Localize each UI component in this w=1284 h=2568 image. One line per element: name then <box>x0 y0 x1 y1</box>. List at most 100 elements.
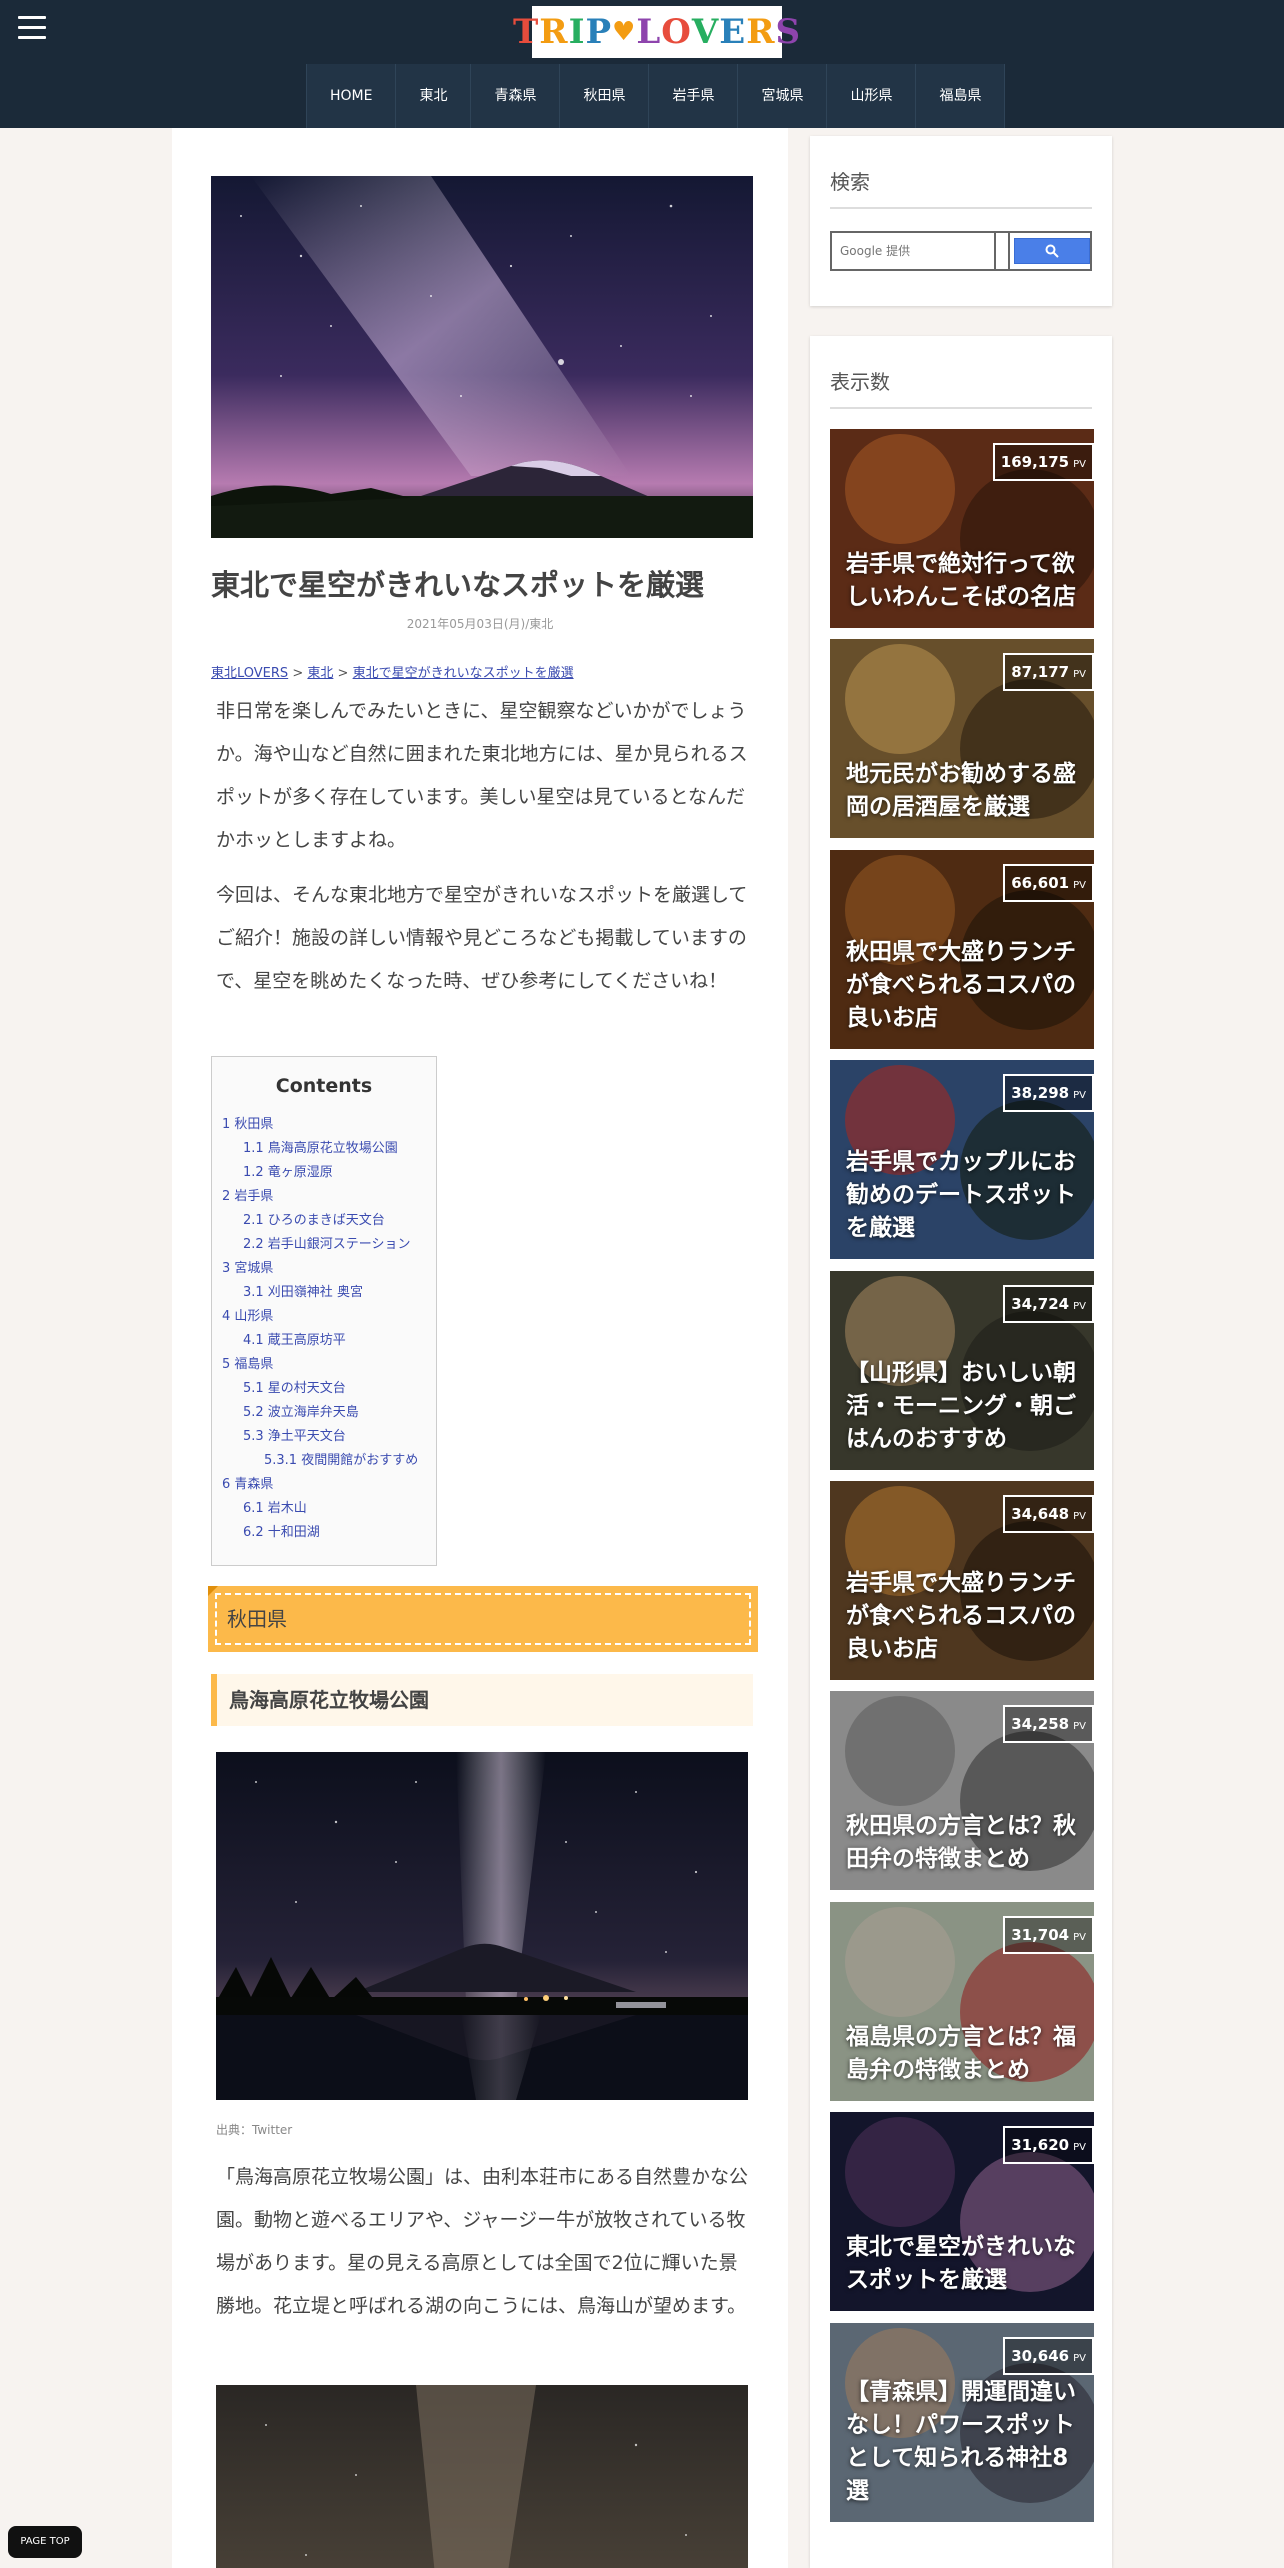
article-main: 東北で星空がきれいなスポットを厳選 2021年05月03日(月)/東北 東北LO… <box>172 128 788 2568</box>
toc-item[interactable]: 6 青森県 <box>222 1473 426 1497</box>
page-top-button[interactable]: PAGE TOP <box>8 2526 82 2558</box>
table-of-contents: Contents 1 秋田県 1.1 鳥海高原花立牧場公園 1.2 竜ヶ原湿原 2 岩… <box>211 1056 437 1566</box>
toc-item[interactable]: 4.1 蔵王高原坊平 <box>222 1329 426 1353</box>
ranking-card[interactable]: 34,724 PV 【山形県】おいしい朝活・モーニング・朝ごはんのおすすめ <box>830 1271 1094 1470</box>
ranking-card[interactable]: 169,175 PV 岩手県で絶対行って欲しいわんこそばの名店 <box>830 429 1094 628</box>
pv-unit: PV <box>1073 459 1086 470</box>
site-logo[interactable]: T R I P ♥ L O V E R S <box>513 6 800 58</box>
pv-count-badge: 87,177 PV <box>1003 653 1094 691</box>
subsection-heading: 鳥海高原花立牧場公園 <box>211 1674 753 1726</box>
section-heading-text: 秋田県 <box>215 1593 751 1645</box>
toc-item[interactable]: 5.3.1 夜間開館がおすすめ <box>222 1449 426 1473</box>
toc-item[interactable]: 1.1 鳥海高原花立牧場公園 <box>222 1137 426 1161</box>
ranking-card[interactable]: 34,258 PV 秋田県の方言とは？秋田弁の特徴まとめ <box>830 1691 1094 1890</box>
pv-count: 31,704 <box>1011 1926 1070 1944</box>
nav-akita[interactable]: 秋田県 <box>559 64 648 128</box>
nav-aomori[interactable]: 青森県 <box>470 64 559 128</box>
pv-count: 34,258 <box>1011 1715 1070 1733</box>
toc-item[interactable]: 1 秋田県 <box>222 1113 426 1137</box>
ranking-card-title: 福島県の方言とは？福島弁の特徴まとめ <box>846 2024 1076 2083</box>
toc-item[interactable]: 5 福島県 <box>222 1353 426 1377</box>
pv-count: 38,298 <box>1011 1084 1070 1102</box>
ranking-card-title: 【山形県】おいしい朝活・モーニング・朝ごはんのおすすめ <box>846 1360 1076 1452</box>
intro-paragraph-2: 今回は、そんな東北地方で星空がきれいなスポットを厳選してご紹介！施設の詳しい情報… <box>216 884 748 992</box>
search-input[interactable] <box>832 233 996 269</box>
pv-count-badge: 31,620 PV <box>1003 2126 1094 2164</box>
ranking-card-title: 【青森県】開運間違いなし！パワースポットとして知られる神社8選 <box>846 2379 1076 2504</box>
toc-item[interactable]: 2.1 ひろのまきば天文台 <box>222 1209 426 1233</box>
ranking-card[interactable]: 38,298 PV 岩手県でカップルにお勧めのデートスポットを厳選 <box>830 1060 1094 1259</box>
toc-item[interactable]: 6.1 岩木山 <box>222 1497 426 1521</box>
search-icon <box>1045 244 1059 258</box>
article-title: 東北で星空がきれいなスポットを厳選 <box>211 568 705 602</box>
pv-count: 87,177 <box>1011 663 1070 681</box>
ranking-card-title: 岩手県で大盛りランチが食べられるコスパの良いお店 <box>846 1570 1076 1662</box>
pv-unit: PV <box>1073 2353 1086 2364</box>
pv-count: 30,646 <box>1011 2347 1070 2365</box>
nav-tohoku[interactable]: 東北 <box>395 64 470 128</box>
chokai-park-image <box>216 1752 748 2100</box>
nav-iwate[interactable]: 岩手県 <box>648 64 737 128</box>
section-heading-akita: 秋田県 <box>208 1586 758 1652</box>
search-widget-title: 検索 <box>830 166 1092 209</box>
pv-count: 66,601 <box>1011 874 1070 892</box>
toc-item[interactable]: 6.2 十和田湖 <box>222 1521 426 1545</box>
pv-count-badge: 34,258 PV <box>1003 1705 1094 1743</box>
search-divider <box>996 233 1010 269</box>
nav-miyagi[interactable]: 宮城県 <box>737 64 826 128</box>
ranking-card-title: 東北で星空がきれいなスポットを厳選 <box>846 2234 1076 2293</box>
pv-count: 31,620 <box>1011 2136 1070 2154</box>
toc-item[interactable]: 2 岩手県 <box>222 1185 426 1209</box>
breadcrumb-separator: > <box>337 666 349 681</box>
toc-item[interactable]: 2.2 岩手山銀河ステーション <box>222 1233 426 1257</box>
pv-unit: PV <box>1073 1090 1086 1101</box>
ranking-card-title: 秋田県の方言とは？秋田弁の特徴まとめ <box>846 1813 1076 1872</box>
pv-count-badge: 38,298 PV <box>1003 1074 1094 1112</box>
breadcrumb-home[interactable]: 東北LOVERS <box>211 666 288 681</box>
toc-item[interactable]: 4 山形県 <box>222 1305 426 1329</box>
ranking-card[interactable]: 30,646 PV 【青森県】開運間違いなし！パワースポットとして知られる神社8選 <box>830 2323 1094 2522</box>
pv-count: 34,648 <box>1011 1505 1070 1523</box>
nav-fukushima[interactable]: 福島県 <box>915 64 1006 128</box>
pv-unit: PV <box>1073 1301 1086 1312</box>
toc-item[interactable]: 3 宮城県 <box>222 1257 426 1281</box>
toc-item[interactable]: 5.3 浄土平天文台 <box>222 1425 426 1449</box>
ranking-card[interactable]: 31,704 PV 福島県の方言とは？福島弁の特徴まとめ <box>830 1902 1094 2101</box>
toc-list: 1 秋田県 1.1 鳥海高原花立牧場公園 1.2 竜ヶ原湿原 2 岩手県 2.1 ひろの… <box>222 1113 426 1545</box>
breadcrumb: 東北LOVERS > 東北 > 東北で星空がきれいなスポットを厳選 <box>211 662 574 681</box>
pv-unit: PV <box>1073 1932 1086 1943</box>
ranking-card[interactable]: 31,620 PV 東北で星空がきれいなスポットを厳選 <box>830 2112 1094 2311</box>
ranking-widget-title: 表示数 <box>830 366 1092 409</box>
pv-count-badge: 169,175 PV <box>992 443 1094 481</box>
pv-count: 169,175 <box>1000 453 1070 471</box>
pv-count-badge: 31,704 PV <box>1003 1916 1094 1954</box>
toc-item[interactable]: 1.2 竜ヶ原湿原 <box>222 1161 426 1185</box>
ranking-widget: 表示数 169,175 PV 岩手県で絶対行って欲しいわんこそばの名店 87,177 P… <box>810 336 1112 2568</box>
nav-yamagata[interactable]: 山形県 <box>826 64 915 128</box>
ranking-card-title: 地元民がお勧めする盛岡の居酒屋を厳選 <box>846 761 1076 820</box>
toc-item[interactable]: 3.1 刈田嶺神社 奥宮 <box>222 1281 426 1305</box>
image-credit: 出典：Twitter <box>216 2123 293 2137</box>
site-header: T R I P ♥ L O V E R S HOME 東北 青森県 秋田県 岩手県 宮城県 山形県 … <box>0 0 1284 128</box>
menu-icon[interactable] <box>18 16 46 40</box>
pv-unit: PV <box>1073 1721 1086 1732</box>
toc-item[interactable]: 5.1 星の村天文台 <box>222 1377 426 1401</box>
pv-unit: PV <box>1073 2142 1086 2153</box>
nav-home[interactable]: HOME <box>306 64 395 128</box>
pv-count: 34,724 <box>1011 1295 1070 1313</box>
second-section-image <box>216 2385 748 2568</box>
pv-unit: PV <box>1073 1511 1086 1522</box>
breadcrumb-current[interactable]: 東北で星空がきれいなスポットを厳選 <box>353 666 574 681</box>
global-nav: HOME 東北 青森県 秋田県 岩手県 宮城県 山形県 福島県 <box>306 64 1006 128</box>
ranking-card[interactable]: 87,177 PV 地元民がお勧めする盛岡の居酒屋を厳選 <box>830 639 1094 838</box>
breadcrumb-separator: > <box>292 666 304 681</box>
search-button[interactable] <box>1014 238 1090 264</box>
toc-item[interactable]: 5.2 波立海岸弁天島 <box>222 1401 426 1425</box>
ranking-card[interactable]: 66,601 PV 秋田県で大盛りランチが食べられるコスパの良いお店 <box>830 850 1094 1049</box>
breadcrumb-tohoku[interactable]: 東北 <box>307 666 333 681</box>
pv-unit: PV <box>1073 669 1086 680</box>
pv-count-badge: 66,601 PV <box>1003 864 1094 902</box>
ranking-card[interactable]: 34,648 PV 岩手県で大盛りランチが食べられるコスパの良いお店 <box>830 1481 1094 1680</box>
ranking-card-title: 岩手県で絶対行って欲しいわんこそばの名店 <box>846 551 1076 610</box>
search-form <box>830 231 1092 271</box>
